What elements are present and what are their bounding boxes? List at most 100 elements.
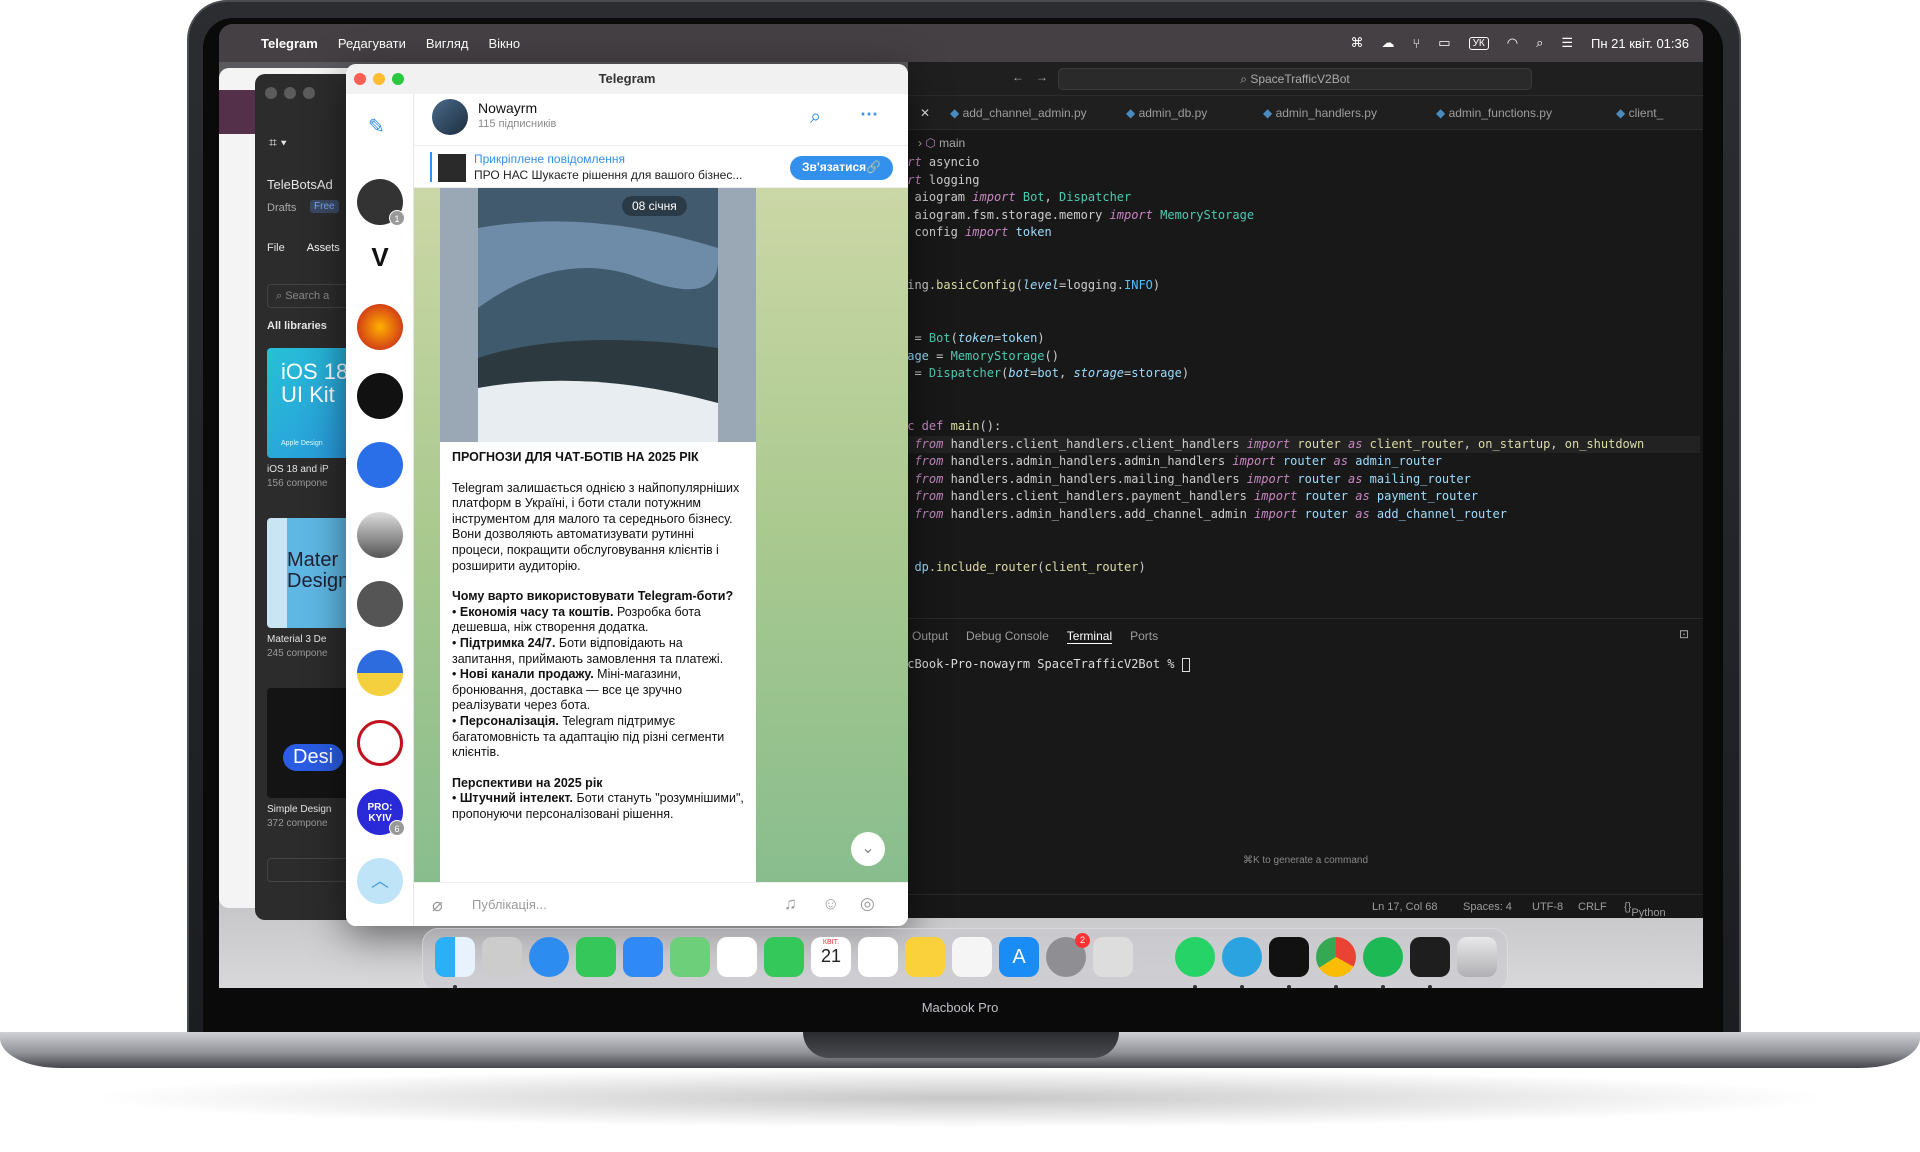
terminal-icon[interactable]: ⊡ [1679,627,1689,641]
notes-icon[interactable] [905,937,945,977]
app-store-icon[interactable]: A [999,937,1039,977]
code-line: from handlers.admin_handlers.admin_handl… [914,454,1442,469]
command-center[interactable]: ⌕ SpaceTrafficV2Bot [1058,68,1532,90]
launchpad-icon[interactable] [482,937,522,977]
tab-client[interactable]: ◆ client_ [1616,106,1663,120]
wifi-icon[interactable]: ◠ [1507,35,1518,51]
channel-avatar[interactable] [432,99,468,135]
cursor-position[interactable]: Ln 17, Col 68 [1372,901,1437,913]
keyboard-layout[interactable]: УК [1468,36,1489,50]
tab-add-channel-admin[interactable]: ◆ add_channel_admin.py [950,106,1087,120]
zoom-icon[interactable] [303,87,315,99]
tab-label: admin_functions.py [1448,106,1552,120]
trash-icon[interactable] [1457,937,1497,977]
finder-icon[interactable] [435,937,475,977]
camera-icon[interactable]: ◎ [860,894,875,914]
maps-icon[interactable] [670,937,710,977]
safari-icon[interactable] [529,937,569,977]
indentation[interactable]: Spaces: 4 [1463,901,1512,913]
scroll-up-icon[interactable]: ︿ [357,858,403,904]
compose-icon[interactable]: ✎ [368,114,385,139]
facetime-icon[interactable] [764,937,804,977]
tab-output[interactable]: Output [912,629,948,644]
pinned-message[interactable]: Прикріплене повідомлення ПРО НАС Шукаєте… [414,146,908,188]
mail-icon[interactable] [623,937,663,977]
code-line: from handlers.client_handlers.client_han… [908,435,1700,454]
calendar-icon[interactable]: КВІТ. 21 [811,937,851,977]
message-input[interactable]: Публікація... [472,897,547,912]
subscriber-count: 115 підписників [478,118,557,130]
chat-avatar[interactable] [357,650,403,696]
reminders-icon[interactable] [858,937,898,977]
menu-window[interactable]: Вікно [488,36,520,51]
screen: Telegram Редагувати Вигляд Вікно ⌘ ☁ ⑂ ▭… [219,24,1703,988]
breadcrumb[interactable]: › ⬡ main [918,136,965,150]
menu-edit[interactable]: Редагувати [338,36,406,51]
line-ending[interactable]: CRLF [1578,901,1607,913]
tab-ports[interactable]: Ports [1130,629,1158,644]
minimize-icon[interactable] [284,87,296,99]
tab-close-icon[interactable]: ✕ [920,106,930,120]
dock: КВІТ. 21 A 2 [422,928,1508,988]
bell-icon[interactable]: ♫ [784,894,797,914]
encoding[interactable]: UTF-8 [1532,901,1563,913]
telegram-icon[interactable] [1222,937,1262,977]
figma-icon[interactable] [1410,937,1450,977]
tab-assets[interactable]: Assets [307,242,340,254]
figma-drafts[interactable]: Drafts [267,202,296,214]
figma-menu-icon[interactable]: ⌗ ▾ [269,134,287,151]
back-arrow-icon[interactable]: ← [1012,70,1024,84]
tab-file[interactable]: File [267,242,285,254]
chrome-icon[interactable] [1316,937,1356,977]
forward-arrow-icon[interactable]: → [1036,70,1048,84]
close-icon[interactable] [354,73,366,85]
vscode-window: ← → ⌕ SpaceTrafficV2Bot ✕ ◆ add_channel_… [908,62,1703,918]
iphone-mirroring-icon[interactable] [1093,937,1133,977]
emoji-icon[interactable]: ☺ [822,894,839,914]
cursor-app-icon[interactable] [1269,937,1309,977]
tab-admin-db[interactable]: ◆ admin_db.py [1126,106,1207,120]
chat-avatar[interactable] [357,720,403,766]
close-icon[interactable] [265,87,277,99]
chat-avatar[interactable] [357,304,403,350]
contact-button[interactable]: Зв'язатися🔗 [790,156,894,180]
chat-avatar[interactable]: V [357,234,403,280]
clock[interactable]: Пн 21 квіт. 01:36 [1591,36,1689,51]
menu-bar: Telegram Редагувати Вигляд Вікно ⌘ ☁ ⑂ ▭… [219,24,1703,62]
search-icon[interactable]: ⌕ [1536,35,1543,51]
spotify-icon[interactable] [1363,937,1403,977]
whatsapp-icon[interactable] [1175,937,1215,977]
messages-icon[interactable] [576,937,616,977]
control-center-icon[interactable]: ☰ [1561,35,1573,51]
chat-avatar[interactable] [357,442,403,488]
battery-icon[interactable]: ▭ [1438,35,1450,51]
code-editor[interactable]: ort asyncio ort logging m aiogram import… [908,154,1700,576]
zoom-icon[interactable] [392,73,404,85]
photos-icon[interactable] [717,937,757,977]
language-mode[interactable]: {} Python [1624,901,1666,918]
creative-cloud-icon[interactable]: ☁ [1381,35,1394,51]
chat-avatar[interactable] [357,373,403,419]
menu-app-name[interactable]: Telegram [261,36,318,51]
channel-post: 08 січня ПРОГНОЗИ ДЛЯ ЧАТ-БОТІВ НА 2025 … [440,188,756,882]
tab-admin-handlers[interactable]: ◆ admin_handlers.py [1263,106,1377,120]
all-libraries-label: All libraries [267,320,327,332]
tab-terminal[interactable]: Terminal [1066,629,1113,644]
minimize-icon[interactable] [373,73,385,85]
chat-avatar[interactable] [357,512,403,558]
search-icon[interactable]: ⌕ [810,106,821,129]
tab-label: admin_db.py [1138,106,1208,120]
command-icon[interactable]: ⌘ [1350,35,1363,51]
freeform-icon[interactable] [952,937,992,977]
tab-admin-functions[interactable]: ◆ admin_functions.py [1436,106,1552,120]
more-icon[interactable]: ⋯ [860,104,878,125]
fork-icon[interactable]: ⑂ [1412,36,1420,51]
menu-view[interactable]: Вигляд [426,36,469,51]
chat-avatar[interactable] [357,581,403,627]
scroll-down-icon[interactable]: ⌄ [851,832,885,866]
post-photo[interactable]: 08 січня [440,188,756,442]
channel-header[interactable]: Nowayrm 115 підписників ⌕ ⋯ [414,94,908,146]
terminal[interactable]: acBook-Pro-nowayrm SpaceTrafficV2Bot % [908,657,1190,672]
attach-icon[interactable]: ⌀ [432,895,443,916]
tab-debug-console[interactable]: Debug Console [966,629,1049,644]
